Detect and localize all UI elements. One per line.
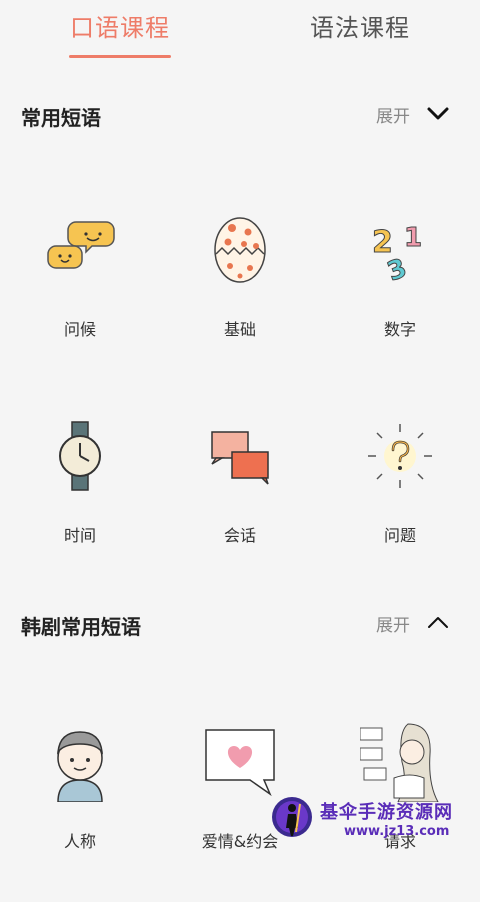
tab-grammar-course[interactable]: 语法课程 xyxy=(310,8,410,43)
question-icon xyxy=(368,424,432,488)
watermark: 基伞手游资源网 www.jz13.com xyxy=(266,782,480,848)
svg-text:2: 2 xyxy=(372,225,393,260)
grid-item-label: 数字 xyxy=(383,320,416,339)
tab-bar: 口语课程 语法课程 xyxy=(0,0,480,60)
grid-item-label: 会话 xyxy=(223,526,256,545)
chevron-down-icon[interactable] xyxy=(426,102,450,126)
grid-item-label: 时间 xyxy=(63,526,96,545)
svg-text:3: 3 xyxy=(383,253,410,287)
grid-item-conversation[interactable]: 会话 xyxy=(160,416,320,596)
chevron-up-icon[interactable] xyxy=(426,611,450,635)
grid-item-label: 问候 xyxy=(63,320,96,339)
active-tab-indicator xyxy=(69,55,171,58)
grid-item-label: 基础 xyxy=(223,320,256,339)
grid-item-label: 问题 xyxy=(383,526,416,545)
numbers-icon: 2 1 3 xyxy=(372,223,423,289)
section-header-common-phrases[interactable]: 常用短语 展开 xyxy=(0,94,480,134)
tab-oral-course[interactable]: 口语课程 xyxy=(70,8,170,43)
grid-item-basics[interactable]: 基础 xyxy=(160,210,320,390)
watch-icon xyxy=(59,421,101,491)
chat-bubbles-icon xyxy=(47,221,115,269)
grid-item-greeting[interactable]: 问候 xyxy=(0,210,160,390)
watermark-url: www.jz13.com xyxy=(344,824,450,839)
grid-item-time[interactable]: 时间 xyxy=(0,416,160,596)
svg-text:1: 1 xyxy=(404,223,422,253)
watermark-logo-icon xyxy=(272,797,312,837)
expand-button[interactable]: 展开 xyxy=(376,611,410,636)
egg-icon xyxy=(214,217,266,283)
grid-item-pronouns[interactable]: 人称 xyxy=(0,722,160,902)
grid-item-numbers[interactable]: 2 1 3 数字 xyxy=(320,210,480,390)
section-header-kdrama-phrases[interactable]: 韩剧常用短语 展开 xyxy=(0,603,480,643)
section-title: 韩剧常用短语 xyxy=(21,615,141,639)
grid-item-questions[interactable]: 问题 xyxy=(320,416,480,596)
person-icon xyxy=(56,731,104,802)
conversation-icon xyxy=(211,431,269,485)
expand-button[interactable]: 展开 xyxy=(376,102,410,127)
watermark-title: 基伞手游资源网 xyxy=(320,802,453,823)
section-title: 常用短语 xyxy=(21,106,101,130)
grid-item-label: 人称 xyxy=(63,832,96,851)
